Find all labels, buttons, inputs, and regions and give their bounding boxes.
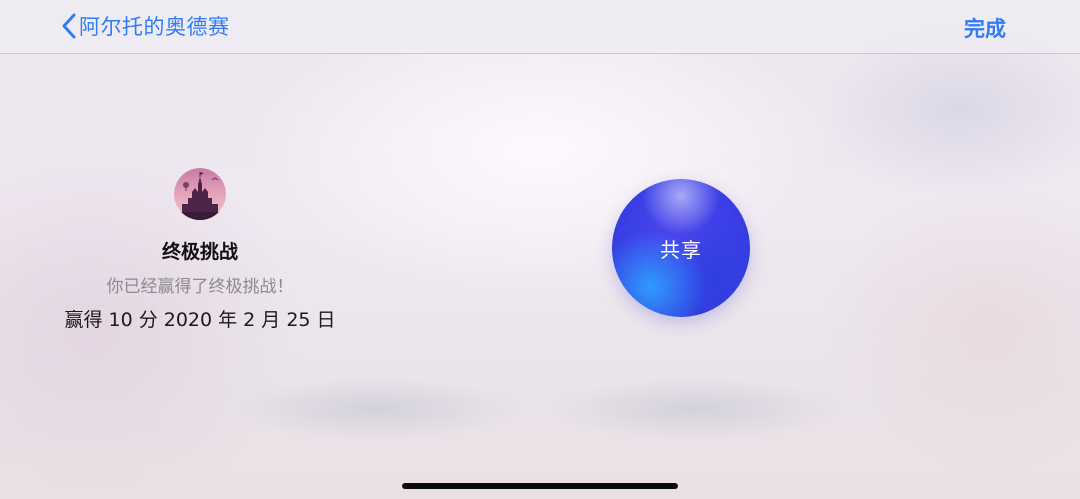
navigation-bar: 阿尔托的奥德赛 完成 [0, 0, 1080, 54]
achievement-title: 终极挑战 [161, 241, 238, 263]
share-button[interactable]: 共享 [612, 179, 750, 317]
achievement-meta: 赢得 10 分 2020 年 2 月 25 日 [64, 309, 336, 331]
castle-badge-icon [174, 168, 226, 220]
blurred-shape-left [235, 378, 515, 440]
done-button[interactable]: 完成 [964, 13, 1006, 43]
home-indicator[interactable] [402, 483, 678, 489]
back-button-label: 阿尔托的奥德赛 [79, 15, 230, 39]
share-button-label: 共享 [660, 237, 702, 262]
back-button[interactable]: 阿尔托的奥德赛 [62, 9, 230, 43]
achievement-card: 终极挑战 你已经赢得了终极挑战！ 赢得 10 分 2020 年 2 月 25 日 [40, 168, 360, 332]
blurred-shape-right [555, 378, 835, 440]
chevron-left-icon [62, 13, 76, 39]
achievement-description: 你已经赢得了终极挑战！ [106, 277, 294, 297]
